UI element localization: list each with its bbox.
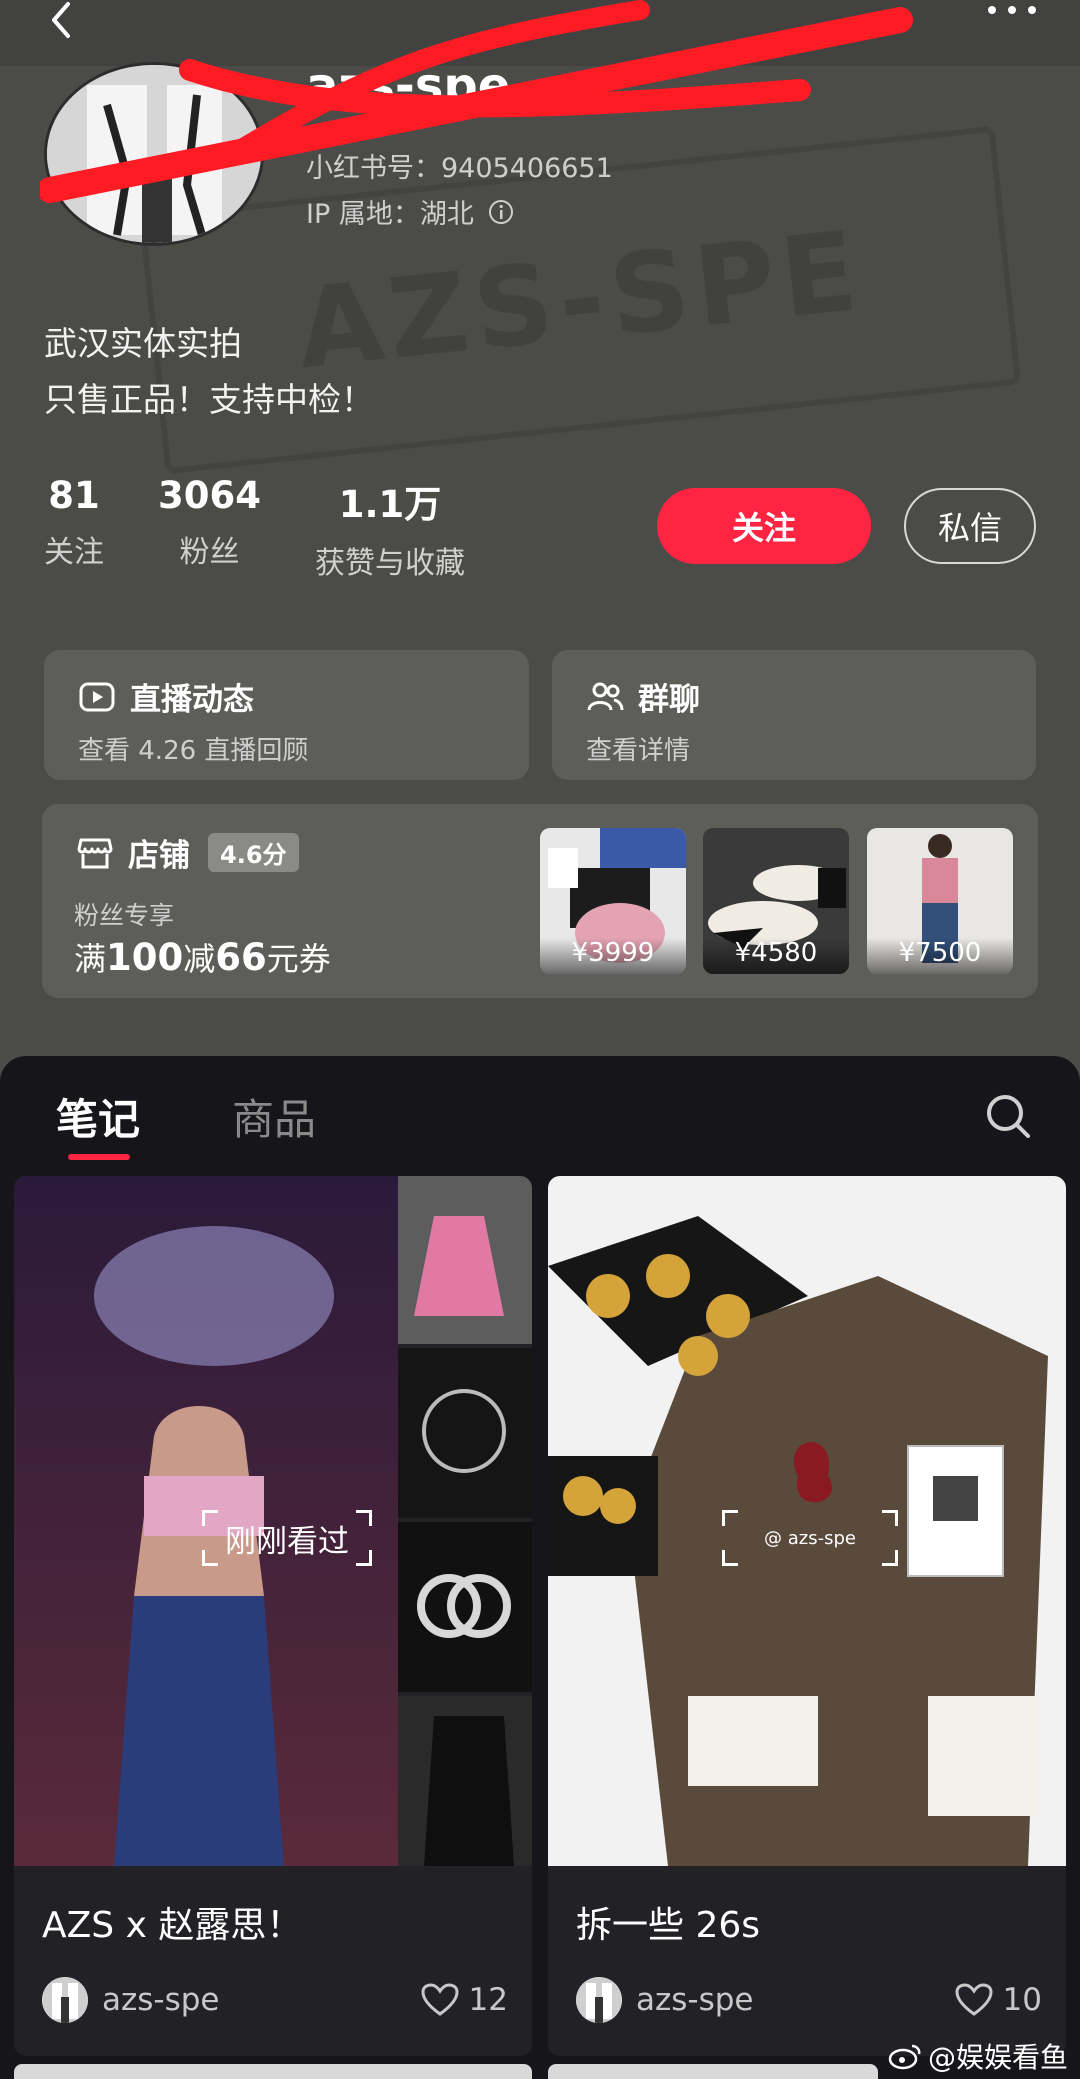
post-footer: azs-spe 12 <box>42 1972 508 2028</box>
post-title: 拆一些 26s <box>576 1905 761 1946</box>
chevron-left-icon[interactable] <box>42 0 82 40</box>
stat-label: 粉丝 <box>179 535 240 570</box>
stat-following[interactable]: 81 关注 <box>44 474 104 582</box>
info-icon[interactable] <box>488 199 514 225</box>
group-card-subtitle: 查看详情 <box>586 736 691 766</box>
frame-corner <box>882 1510 898 1526</box>
post-card-2[interactable]: @ azs-spe 拆一些 26s azs-spe 10 <box>548 1176 1066 2056</box>
profile-avatar[interactable] <box>44 62 264 246</box>
group-users-icon <box>587 682 624 710</box>
heart-icon <box>955 1983 993 2016</box>
shop-coupon[interactable]: 满100减66元券 <box>74 934 331 980</box>
product-price: ¥3999 <box>540 938 686 974</box>
overlay-watermark-text: @ azs-spe <box>764 1527 856 1549</box>
shop-product-1[interactable]: ¥3999 <box>540 828 686 974</box>
stat-likes[interactable]: 1.1万 获赞与收藏 <box>315 474 465 582</box>
product-price: ¥7500 <box>867 938 1013 974</box>
post-cover-1: 刚刚看过 <box>14 1176 532 1866</box>
watermark-overlay: @ azs-spe <box>722 1510 898 1566</box>
author-name[interactable]: azs-spe <box>102 1982 220 2018</box>
coupon-mid: 减 <box>183 940 216 978</box>
stat-followers[interactable]: 3064 粉丝 <box>158 474 261 582</box>
weibo-icon <box>888 2044 921 2070</box>
post-title: AZS x 赵露思！ <box>42 1905 303 1946</box>
content-feed: 笔记 商品 刚刚看过 AZS x 赵露思！ azs-spe 12 @ azs-s… <box>0 1056 1080 2079</box>
live-card[interactable]: 直播动态 查看 4.26 直播回顾 <box>44 650 529 780</box>
author-name[interactable]: azs-spe <box>636 1982 754 2018</box>
frame-corner <box>202 1550 218 1566</box>
frame-corner <box>356 1550 372 1566</box>
corner-watermark: @娱娱看鱼 <box>888 2036 1068 2076</box>
recently-viewed-text: 刚刚看过 <box>225 1523 349 1560</box>
stat-label: 获赞与收藏 <box>314 546 465 581</box>
frame-corner <box>882 1550 898 1566</box>
like-button[interactable]: 10 <box>955 1982 1042 2018</box>
author-avatar[interactable] <box>42 1977 88 2023</box>
like-count: 10 <box>1002 1982 1042 2018</box>
post-cover-2: @ azs-spe <box>548 1176 1066 1866</box>
tab-notes[interactable]: 笔记 <box>56 1086 140 1147</box>
message-button[interactable]: 私信 <box>904 488 1036 564</box>
active-tab-indicator <box>68 1154 130 1160</box>
more-dots-icon[interactable] <box>984 0 1040 22</box>
profile-id: 小红书号：9405406651 <box>306 153 613 184</box>
bio-line-2: 只售正品！支持中检！ <box>44 380 374 419</box>
stat-number: 1.1万 <box>338 483 442 526</box>
group-card-title: 群聊 <box>586 674 700 719</box>
recently-viewed-overlay: 刚刚看过 <box>202 1510 372 1566</box>
frame-corner <box>356 1510 372 1526</box>
bio-line-1: 武汉实体实拍 <box>44 324 242 363</box>
frame-corner <box>722 1510 738 1526</box>
next-post-peek <box>14 2064 532 2079</box>
video-icon <box>79 682 115 711</box>
shop-rating-badge: 4.6分 <box>208 833 299 872</box>
live-card-subtitle: 查看 4.26 直播回顾 <box>78 736 309 766</box>
ip-location-text: IP 属地：湖北 <box>306 199 474 230</box>
profile-username: azs-spe <box>306 58 511 114</box>
shop-product-2[interactable]: ¥4580 <box>703 828 849 974</box>
shop-icon <box>77 838 113 868</box>
coupon-off: 66 <box>215 936 267 979</box>
shop-product-3[interactable]: ¥7500 <box>867 828 1013 974</box>
frame-corner <box>202 1510 218 1526</box>
shop-card-title: 店铺 4.6分 <box>76 830 299 875</box>
tab-bar: 笔记 商品 <box>0 1056 1080 1166</box>
group-chat-card[interactable]: 群聊 查看详情 <box>552 650 1036 780</box>
stat-label: 关注 <box>44 535 104 570</box>
shop-fan-label: 粉丝专享 <box>74 901 175 930</box>
coupon-prefix: 满 <box>74 940 107 978</box>
coupon-suffix: 元券 <box>266 940 331 978</box>
tab-goods[interactable]: 商品 <box>232 1086 316 1147</box>
post-card-1[interactable]: 刚刚看过 AZS x 赵露思！ azs-spe 12 <box>14 1176 532 2056</box>
shop-card[interactable]: 店铺 4.6分 粉丝专享 满100减66元券 ¥3999 ¥4580 ¥7500 <box>42 804 1038 998</box>
heart-icon <box>421 1983 459 2016</box>
author-avatar[interactable] <box>576 1977 622 2023</box>
stat-number: 3064 <box>158 474 261 517</box>
live-card-title-text: 直播动态 <box>130 682 254 718</box>
coupon-min: 100 <box>106 936 184 979</box>
product-price: ¥4580 <box>703 938 849 974</box>
stat-number: 81 <box>48 474 100 517</box>
follow-button[interactable]: 关注 <box>657 488 871 564</box>
frame-corner <box>722 1550 738 1566</box>
like-count: 12 <box>468 1982 508 2018</box>
profile-bio: 武汉实体实拍 只售正品！支持中检！ <box>44 316 374 428</box>
profile-stats: 81 关注 3064 粉丝 1.1万 获赞与收藏 <box>44 474 465 582</box>
post-footer: azs-spe 10 <box>576 1972 1042 2028</box>
top-bar <box>0 0 1080 66</box>
search-icon[interactable] <box>984 1092 1032 1140</box>
corner-watermark-text: @娱娱看鱼 <box>928 2041 1069 2074</box>
next-post-peek <box>548 2064 878 2079</box>
like-button[interactable]: 12 <box>421 1982 508 2018</box>
profile-ip-location: IP 属地：湖北 <box>306 192 514 231</box>
shop-card-title-text: 店铺 <box>128 838 190 874</box>
group-card-title-text: 群聊 <box>638 682 700 718</box>
live-card-title: 直播动态 <box>78 674 254 719</box>
